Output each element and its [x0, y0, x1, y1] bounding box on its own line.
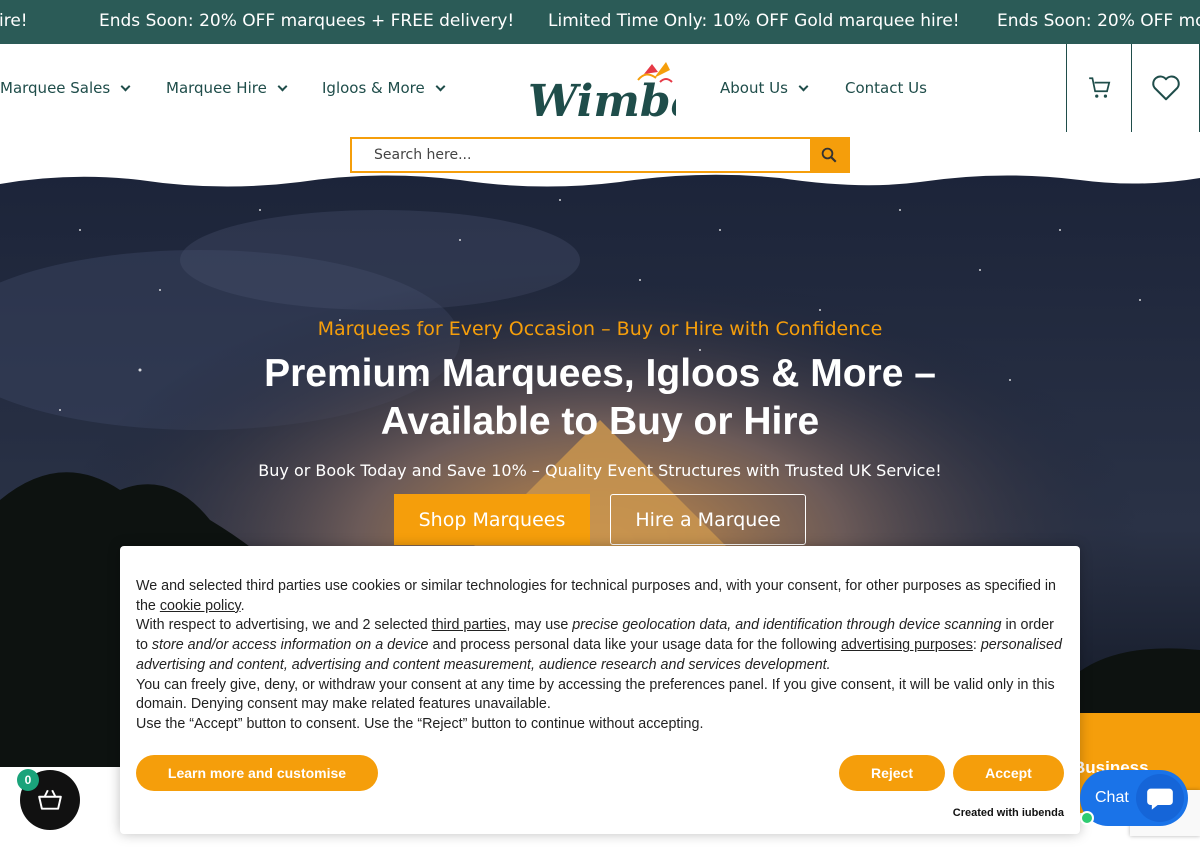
cookie-paragraph: With respect to advertising, we and 2 se… — [136, 616, 1066, 675]
nav-label: Marquee Sales — [0, 79, 111, 97]
search-button[interactable] — [810, 139, 848, 171]
nav-label: Marquee Hire — [166, 79, 267, 97]
hire-marquee-button[interactable]: Hire a Marquee — [610, 494, 806, 545]
chat-label: Chat — [1095, 789, 1129, 806]
advertising-purposes-link[interactable]: advertising purposes — [841, 637, 973, 653]
chevron-down-icon — [435, 81, 446, 91]
cart-icon — [1088, 77, 1110, 98]
search-bar — [350, 137, 850, 173]
cookie-text-segment: store and/or access information on a dev… — [151, 637, 429, 654]
ticker-item: Ends Soon: 20% OFF mo — [997, 11, 1200, 31]
cookie-text-segment: We and selected third parties use cookie… — [136, 578, 1056, 614]
nav-item-about[interactable]: About Us — [720, 79, 809, 97]
nav-item-contact[interactable]: Contact Us — [845, 79, 927, 97]
ticker-item: Limited Time Only: 10% OFF Gold marquee … — [548, 11, 960, 31]
accept-button[interactable]: Accept — [953, 755, 1064, 791]
cart-count-badge: 0 — [17, 769, 39, 791]
reject-button[interactable]: Reject — [839, 755, 945, 791]
cookie-text-segment: : — [972, 637, 981, 654]
cookie-text-segment: . — [240, 597, 245, 614]
learn-more-button[interactable]: Learn more and customise — [136, 755, 378, 791]
promo-ticker: ire! Ends Soon: 20% OFF marquees + FREE … — [0, 0, 1200, 44]
cookie-text-segment: and process personal data like your usag… — [428, 637, 841, 654]
cookie-text: We and selected third parties use cookie… — [136, 577, 1066, 735]
cookie-consent-banner: We and selected third parties use cookie… — [120, 546, 1080, 834]
nav-label: Igloos & More — [322, 79, 425, 97]
nav-label: About Us — [720, 79, 788, 97]
third-parties-link[interactable]: third parties — [432, 617, 507, 633]
chevron-down-icon — [277, 81, 288, 91]
cookie-paragraph: Use the “Accept” button to consent. Use … — [136, 715, 704, 732]
search-input[interactable] — [352, 139, 812, 171]
chevron-down-icon — [120, 81, 131, 91]
nav-label: Contact Us — [845, 79, 927, 97]
nav-item-marquee-sales[interactable]: Marquee Sales — [0, 79, 131, 97]
nav-item-marquee-hire[interactable]: Marquee Hire — [166, 79, 288, 97]
logo-graphic: Wimba — [528, 62, 699, 127]
logo-text: Wimba — [528, 76, 676, 122]
hero-title: Premium Marquees, Igloos & More – Availa… — [264, 352, 936, 443]
ticker-item: Ends Soon: 20% OFF marquees + FREE deliv… — [99, 11, 515, 31]
shop-marquees-button[interactable]: Shop Marquees — [394, 494, 590, 545]
iubenda-credit[interactable]: Created with iubenda — [953, 807, 1064, 819]
hero-tagline: Buy or Book Today and Save 10% – Quality… — [258, 461, 942, 480]
chat-bubble-icon — [1136, 774, 1184, 822]
online-status-dot — [1080, 811, 1094, 825]
chevron-down-icon — [798, 81, 809, 91]
cookie-policy-link[interactable]: cookie policy — [160, 598, 241, 614]
cookie-text-segment: , may use — [506, 617, 573, 634]
basket-icon — [38, 789, 62, 810]
search-icon — [821, 147, 837, 163]
cookie-text-segment: precise geolocation data, and identifica… — [572, 617, 1002, 634]
cart-button[interactable] — [1066, 44, 1132, 132]
heart-icon — [1151, 75, 1180, 101]
ticker-item: ire! — [0, 11, 28, 31]
site-logo[interactable]: Wimba — [526, 56, 699, 127]
cookie-paragraph: We and selected third parties use cookie… — [136, 577, 1066, 616]
cookie-text-segment: With respect to advertising, we and 2 se… — [136, 617, 432, 634]
hero-subtitle: Marquees for Every Occasion – Buy or Hir… — [317, 318, 883, 340]
chat-button[interactable]: Chat — [1080, 770, 1188, 826]
cookie-paragraph: You can freely give, deny, or withdraw y… — [136, 676, 1055, 713]
wishlist-button[interactable] — [1131, 44, 1200, 132]
nav-item-igloos[interactable]: Igloos & More — [322, 79, 446, 97]
site-header: Marquee Sales Marquee Hire Igloos & More… — [0, 44, 1200, 132]
